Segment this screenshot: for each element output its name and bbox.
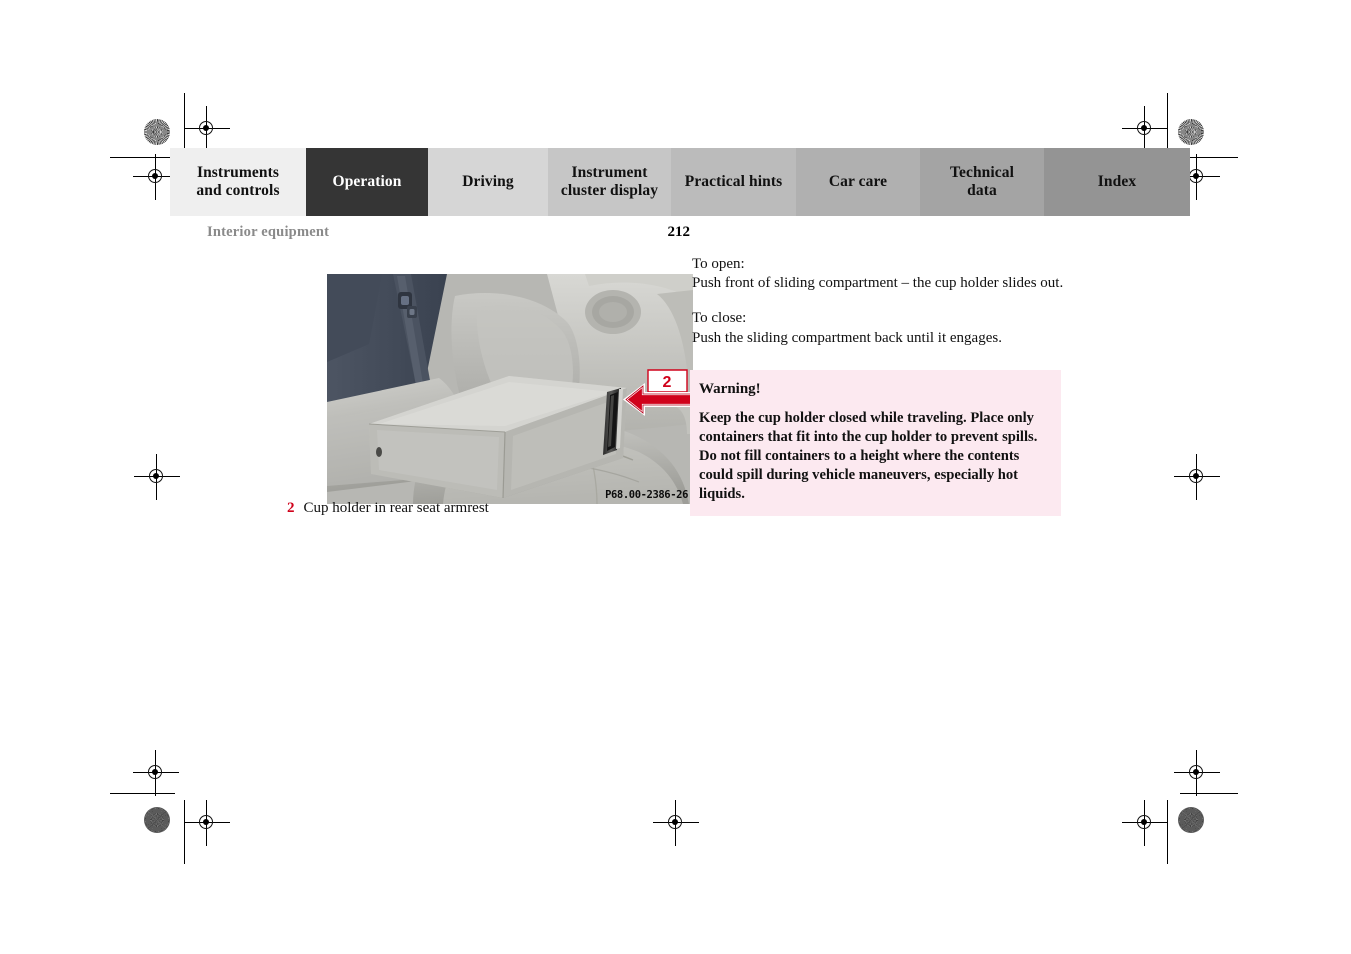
registration-target-bottom-left-lower bbox=[184, 800, 230, 846]
tab-instrument-cluster-display[interactable]: Instrument cluster display bbox=[548, 148, 671, 216]
figure-caption-number: 2 bbox=[287, 500, 295, 516]
halftone-dot-top-right bbox=[1178, 119, 1204, 145]
instruction-text-column: To open: Push front of sliding compartme… bbox=[692, 255, 1064, 348]
registration-target-bottom-right-lower bbox=[1122, 800, 1168, 846]
crop-line-bottom-right-vertical bbox=[1167, 800, 1168, 864]
illustration-svg: 2 bbox=[327, 274, 693, 504]
figure-cup-holder-illustration: 2 P68.00-2386-26 bbox=[327, 274, 693, 504]
crop-line-top-left-horizontal bbox=[110, 157, 175, 158]
crop-line-bottom-right-horizontal bbox=[1180, 793, 1238, 794]
tab-operation[interactable]: Operation bbox=[306, 148, 428, 216]
chapter-tab-bar[interactable]: Instruments and controls Operation Driving I… bbox=[170, 148, 1190, 216]
tab-label: Driving bbox=[462, 172, 514, 190]
tab-label: Instrument cluster display bbox=[560, 163, 659, 199]
halftone-dot-bottom-right bbox=[1178, 807, 1204, 833]
tab-technical-data[interactable]: Technical data bbox=[920, 148, 1044, 216]
tab-label: Index bbox=[1097, 172, 1137, 190]
to-close-paragraph: To close: Push the sliding compartment b… bbox=[692, 309, 1064, 347]
registration-target-top-left-upper bbox=[184, 106, 230, 152]
halftone-dot-top-left bbox=[144, 119, 170, 145]
tab-instruments-and-controls[interactable]: Instruments and controls bbox=[170, 148, 306, 216]
tab-index[interactable]: Index bbox=[1044, 148, 1190, 216]
tab-practical-hints[interactable]: Practical hints bbox=[671, 148, 796, 216]
registration-target-bottom-left-upper bbox=[133, 750, 179, 796]
to-open-paragraph: To open: Push front of sliding compartme… bbox=[692, 255, 1064, 293]
halftone-dot-bottom-left bbox=[144, 807, 170, 833]
registration-target-bottom-right-upper bbox=[1174, 750, 1220, 796]
svg-text:2: 2 bbox=[663, 374, 672, 391]
warning-text: Keep the cup holder closed while traveli… bbox=[699, 410, 1038, 502]
registration-target-top-left-lower bbox=[133, 154, 179, 200]
tab-car-care[interactable]: Car care bbox=[796, 148, 920, 216]
registration-target-top-right-upper bbox=[1122, 106, 1168, 152]
tab-label: Operation bbox=[332, 172, 402, 190]
tab-label: Instruments and controls bbox=[196, 163, 280, 199]
figure-caption: 2 Cup holder in rear seat armrest bbox=[287, 500, 489, 517]
warning-box: Warning! Keep the cup holder closed whil… bbox=[690, 370, 1061, 516]
to-close-heading: To close: bbox=[692, 310, 747, 327]
crop-line-bottom-left-vertical bbox=[184, 800, 185, 864]
figure-caption-text: Cup holder in rear seat armrest bbox=[303, 500, 489, 516]
to-open-text: Push front of sliding compartment – the … bbox=[692, 275, 1064, 292]
tab-label: Technical data bbox=[949, 163, 1015, 199]
warning-title: Warning! bbox=[699, 381, 761, 397]
tab-label: Car care bbox=[828, 172, 888, 190]
tab-label: Practical hints bbox=[684, 172, 783, 190]
registration-target-mid-right bbox=[1174, 454, 1220, 500]
photo-id-label: P68.00-2386-26 bbox=[605, 489, 688, 501]
crop-line-bottom-left-horizontal bbox=[110, 793, 175, 794]
tab-driving[interactable]: Driving bbox=[428, 148, 548, 216]
page-number: 212 bbox=[667, 224, 691, 240]
to-open-heading: To open: bbox=[692, 256, 745, 272]
to-close-text: Push the sliding compartment back until … bbox=[692, 329, 1002, 346]
registration-target-mid-left bbox=[134, 454, 180, 500]
registration-target-bottom-center bbox=[653, 800, 699, 846]
